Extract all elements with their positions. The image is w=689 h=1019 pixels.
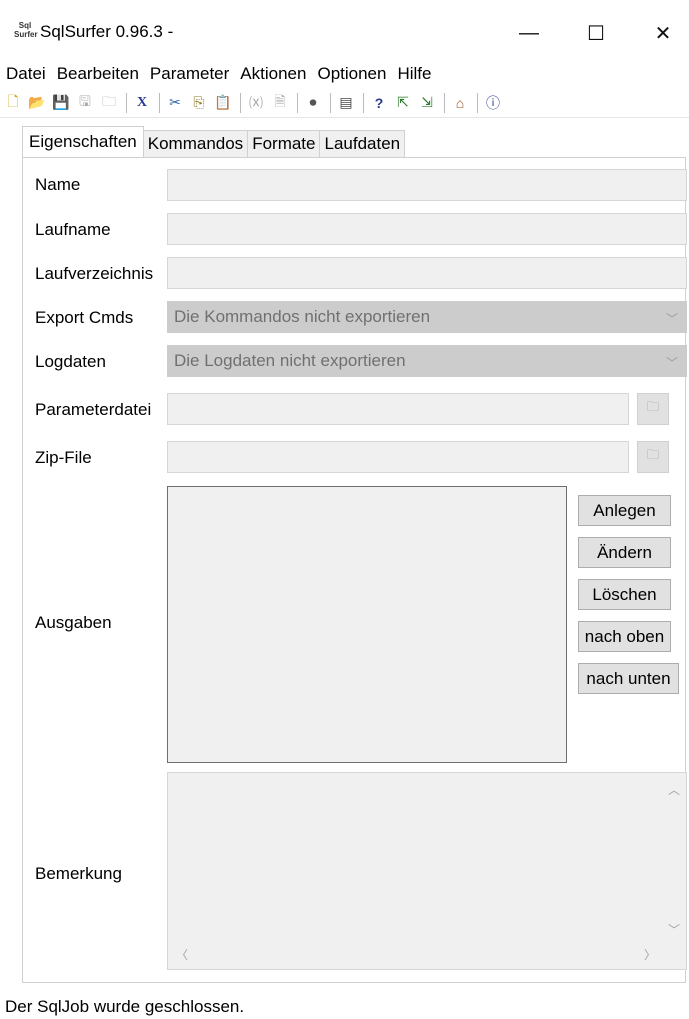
logdaten-select[interactable]: Die Logdaten nicht exportieren ﹀	[167, 345, 687, 377]
zipfile-browse-button[interactable]: 🗀	[637, 441, 669, 473]
folder-icon: 🗀	[646, 399, 660, 414]
toolbar-separator	[126, 92, 127, 113]
import-icon[interactable]: ⇲	[416, 92, 438, 114]
toolbar-separator	[477, 92, 478, 113]
folder-icon[interactable]: 🗀	[98, 92, 120, 114]
window-title: SqlSurfer 0.96.3 -	[40, 22, 174, 41]
tab-kommandos[interactable]: Kommandos	[142, 130, 249, 157]
properties-panel: Name Laufname Laufverzeichnis Export Cmd…	[22, 157, 687, 983]
tab-formate[interactable]: Formate	[247, 130, 321, 157]
anlegen-button[interactable]: Anlegen	[578, 495, 671, 526]
nach-oben-button[interactable]: nach oben	[578, 621, 671, 652]
close-button[interactable]: ✕	[640, 14, 686, 52]
properties-icon[interactable]: ▤	[335, 92, 357, 114]
cut-icon[interactable]: ✂	[164, 92, 186, 114]
run-icon[interactable]: ⏺	[302, 92, 324, 114]
save-as-icon[interactable]: 🖫	[74, 92, 96, 114]
name-label: Name	[35, 175, 81, 194]
status-bar: Der SqlJob wurde geschlossen.	[0, 994, 689, 1019]
menu-bar: Datei Bearbeiten Parameter Aktionen Opti…	[0, 60, 689, 88]
help-icon[interactable]: ?	[368, 92, 390, 114]
toolbar-separator	[297, 92, 298, 113]
folder-icon: 🗀	[646, 447, 660, 462]
export-cmds-select[interactable]: Die Kommandos nicht exportieren ﹀	[167, 301, 687, 333]
scroll-left-icon[interactable]: 〈	[176, 946, 188, 963]
variable-icon[interactable]: ⒳	[245, 92, 267, 114]
export-cmds-label: Export Cmds	[35, 308, 134, 327]
paste-icon[interactable]: 📋	[212, 92, 234, 114]
menu-datei[interactable]: Datei	[6, 64, 46, 84]
delete-icon[interactable]: X	[131, 92, 153, 114]
open-icon[interactable]: 📂	[26, 92, 48, 114]
toolbar-separator	[363, 92, 364, 113]
toolbar-separator	[444, 92, 445, 113]
loeschen-button[interactable]: Löschen	[578, 579, 671, 610]
maximize-button[interactable]: ☐	[573, 14, 619, 52]
laufverzeichnis-label: Laufverzeichnis	[35, 264, 154, 283]
new-icon[interactable]: 🗋	[2, 92, 24, 114]
minimize-button[interactable]: —	[506, 14, 552, 52]
menu-optionen[interactable]: Optionen	[317, 64, 386, 84]
bemerkung-label: Bemerkung	[35, 864, 122, 883]
menu-parameter[interactable]: Parameter	[150, 64, 229, 84]
chevron-down-icon: ﹀	[665, 312, 678, 326]
menu-hilfe[interactable]: Hilfe	[397, 64, 431, 84]
zipfile-label: Zip-File	[35, 448, 92, 467]
laufname-label: Laufname	[35, 220, 111, 239]
toolbar-separator	[159, 92, 160, 113]
tab-eigenschaften[interactable]: Eigenschaften	[22, 126, 144, 157]
parameterdatei-browse-button[interactable]: 🗀	[637, 393, 669, 425]
laufname-field[interactable]	[167, 213, 687, 245]
toolbar: 🗋 📂 💾 🖫 🗀 X ✂ ⎘ 📋 ⒳ 🗎 ⏺ ▤ ? ⇱ ⇲ ⌂ ⓘ	[0, 88, 689, 118]
menu-aktionen[interactable]: Aktionen	[240, 64, 306, 84]
document-icon[interactable]: 🗎	[269, 92, 291, 114]
app-logo-icon: Sql Surfer	[14, 21, 38, 39]
logdaten-label: Logdaten	[35, 352, 106, 371]
nach-unten-button[interactable]: nach unten	[578, 663, 679, 694]
scroll-right-icon[interactable]: 〉	[644, 946, 656, 963]
chevron-down-icon: ﹀	[665, 356, 678, 370]
save-icon[interactable]: 💾	[50, 92, 72, 114]
bemerkung-textarea[interactable]: ︿ ﹀ 〈 〉	[167, 772, 687, 970]
home-icon[interactable]: ⌂	[449, 92, 471, 114]
parameterdatei-label: Parameterdatei	[35, 400, 152, 419]
export-cmds-value: Die Kommandos nicht exportieren	[174, 307, 431, 326]
export-icon[interactable]: ⇱	[392, 92, 414, 114]
ausgaben-label: Ausgaben	[35, 613, 112, 632]
scroll-up-icon[interactable]: ︿	[668, 781, 680, 798]
laufverzeichnis-field[interactable]	[167, 257, 687, 289]
aendern-button[interactable]: Ändern	[578, 537, 671, 568]
tab-strip: Eigenschaften Kommandos Formate Laufdate…	[22, 126, 406, 157]
name-field[interactable]	[167, 169, 687, 201]
ausgaben-list[interactable]	[167, 486, 567, 763]
zipfile-field[interactable]	[167, 441, 629, 473]
copy-icon[interactable]: ⎘	[188, 92, 210, 114]
toolbar-separator	[240, 92, 241, 113]
menu-bearbeiten[interactable]: Bearbeiten	[57, 64, 139, 84]
tab-laufdaten[interactable]: Laufdaten	[319, 130, 406, 157]
status-text: Der SqlJob wurde geschlossen.	[5, 996, 245, 1016]
logdaten-value: Die Logdaten nicht exportieren	[174, 351, 406, 370]
parameterdatei-field[interactable]	[167, 393, 629, 425]
about-icon[interactable]: ⓘ	[482, 92, 504, 114]
scroll-down-icon[interactable]: ﹀	[668, 921, 680, 938]
toolbar-separator	[330, 92, 331, 113]
title-bar: Sql Surfer SqlSurfer 0.96.3 - — ☐ ✕	[0, 0, 689, 60]
